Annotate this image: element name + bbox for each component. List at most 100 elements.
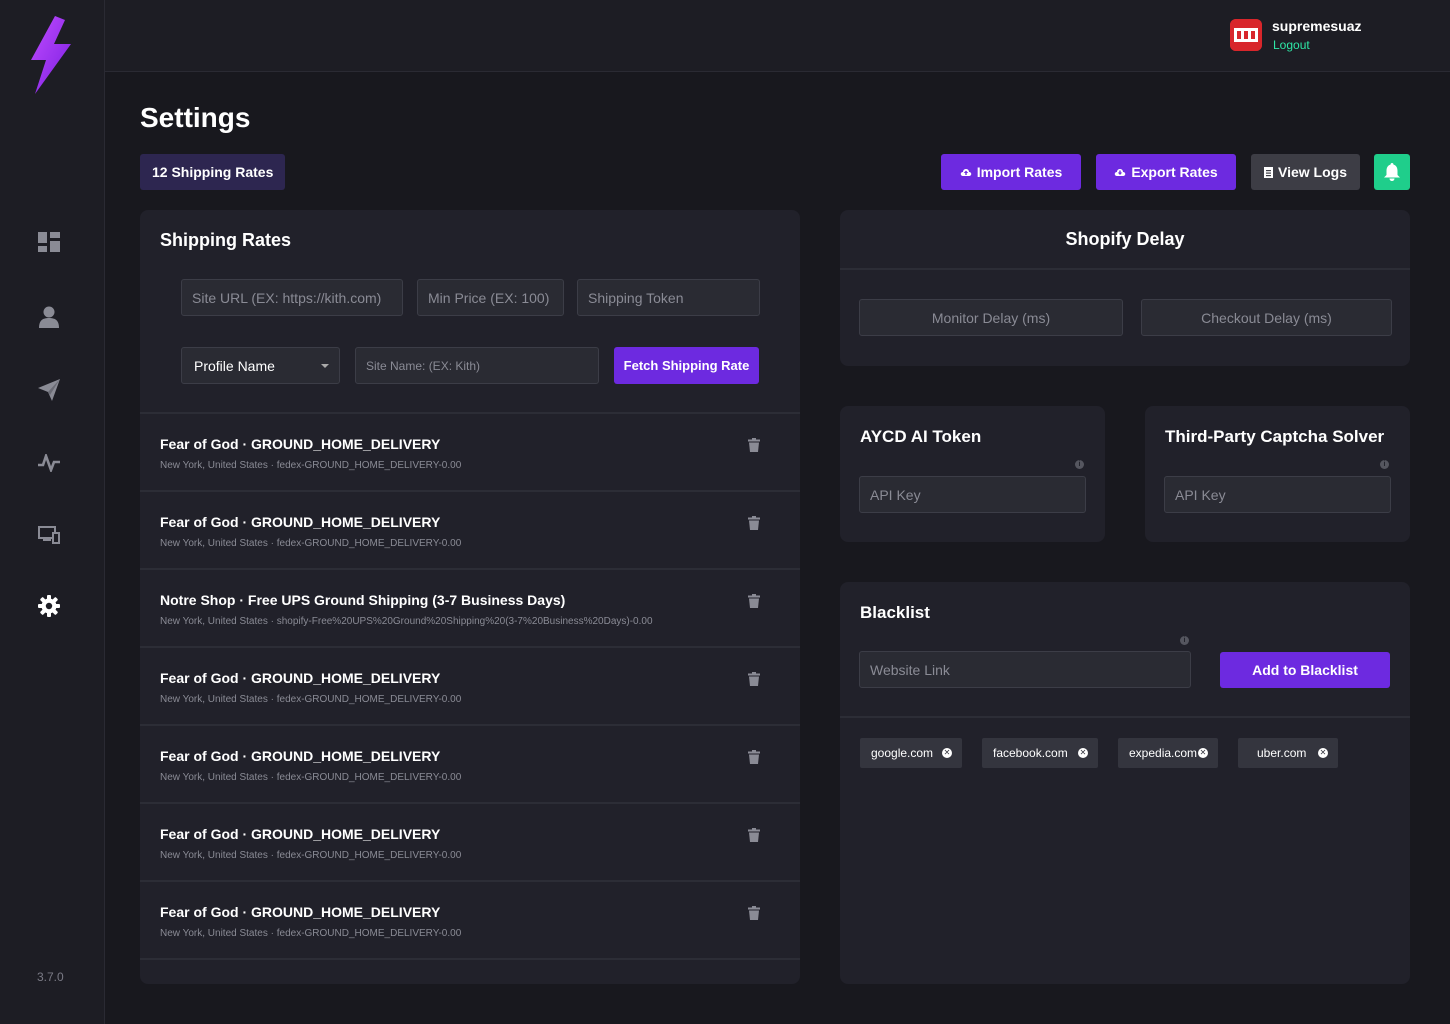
captcha-api-key-input[interactable]	[1164, 476, 1391, 513]
trash-icon[interactable]	[748, 438, 760, 452]
blacklist-chip: facebook.com ✕	[982, 738, 1098, 768]
rate-method: GROUND_HOME_DELIVERY	[251, 904, 441, 920]
website-link-input[interactable]	[859, 651, 1191, 688]
devices-icon	[38, 526, 60, 544]
rate-store: Fear of God	[160, 826, 239, 842]
rate-store: Fear of God	[160, 436, 239, 452]
rate-id: fedex-GROUND_HOME_DELIVERY-0.00	[276, 538, 462, 549]
logout-link[interactable]: Logout	[1273, 38, 1310, 52]
rate-store: Fear of God	[160, 904, 239, 920]
sidebar: 3.7.0	[0, 0, 105, 1024]
lightning-logo-icon[interactable]	[27, 16, 73, 94]
view-logs-button[interactable]: View Logs	[1251, 154, 1360, 190]
rate-separator: ·	[238, 670, 252, 686]
shipping-rate-row: Fear of God · GROUND_HOME_DELIVERY New Yo…	[140, 882, 800, 960]
rate-id: fedex-GROUND_HOME_DELIVERY-0.00	[276, 772, 462, 783]
import-rates-label: Import Rates	[976, 164, 1063, 180]
trash-icon[interactable]	[748, 828, 760, 842]
info-icon[interactable]: i	[1380, 460, 1389, 469]
avatar[interactable]	[1230, 19, 1262, 51]
top-header: supremesuaz Logout	[105, 0, 1450, 72]
rate-id: fedex-GROUND_HOME_DELIVERY-0.00	[276, 850, 462, 861]
sidebar-item-settings[interactable]	[37, 594, 61, 618]
page-title: Settings	[140, 102, 251, 133]
shipping-token-input[interactable]	[577, 279, 760, 316]
rate-method: GROUND_HOME_DELIVERY	[251, 826, 441, 842]
blacklist-chip: uber.com ✕	[1238, 738, 1338, 768]
shipping-rate-row: Fear of God · GROUND_HOME_DELIVERY New Yo…	[140, 492, 800, 570]
sidebar-item-send[interactable]	[37, 378, 61, 402]
remove-chip-icon[interactable]: ✕	[942, 748, 952, 758]
site-url-input[interactable]	[181, 279, 403, 316]
info-icon[interactable]: i	[1075, 460, 1084, 469]
shipping-rate-row: Fear of God · GROUND_HOME_DELIVERY New Yo…	[140, 726, 800, 804]
trash-icon[interactable]	[748, 672, 760, 686]
gear-icon	[38, 595, 60, 617]
min-price-input[interactable]	[417, 279, 564, 316]
rate-details: New York, United States · fedex-GROUND_H…	[160, 538, 461, 549]
remove-chip-icon[interactable]: ✕	[1318, 748, 1328, 758]
rate-store: Fear of God	[160, 670, 239, 686]
export-rates-label: Export Rates	[1131, 164, 1218, 180]
rate-separator: ·	[238, 514, 252, 530]
rate-id: fedex-GROUND_HOME_DELIVERY-0.00	[276, 694, 462, 705]
aycd-api-key-input[interactable]	[859, 476, 1086, 513]
username: supremesuaz	[1272, 18, 1362, 34]
rate-details: New York, United States · fedex-GROUND_H…	[160, 772, 461, 783]
rate-separator: ·	[238, 748, 252, 764]
blacklist-chip-label: facebook.com	[993, 746, 1068, 760]
cloud-upload-icon	[960, 169, 971, 176]
fetch-shipping-rate-button[interactable]: Fetch Shipping Rate	[614, 347, 759, 384]
rate-details: New York, United States · fedex-GROUND_H…	[160, 850, 461, 861]
blacklist-chip: google.com ✕	[860, 738, 962, 768]
rate-details: New York, United States · shopify-Free%2…	[160, 616, 653, 627]
profile-select[interactable]: Profile Name	[181, 347, 340, 384]
rate-title: Fear of God · GROUND_HOME_DELIVERY	[160, 514, 440, 530]
sidebar-item-dashboard[interactable]	[37, 230, 61, 254]
rate-title: Fear of God · GROUND_HOME_DELIVERY	[160, 436, 440, 452]
trash-icon[interactable]	[748, 516, 760, 530]
export-rates-button[interactable]: Export Rates	[1096, 154, 1236, 190]
rate-separator: ·	[238, 904, 252, 920]
shipping-rate-row: Fear of God · GROUND_HOME_DELIVERY New Yo…	[140, 648, 800, 726]
rate-separator: ·	[267, 538, 277, 549]
shopify-delay-title: Shopify Delay	[1065, 229, 1185, 249]
rate-location: New York, United States	[160, 772, 268, 783]
rate-location: New York, United States	[160, 928, 268, 939]
view-logs-label: View Logs	[1278, 164, 1347, 180]
checkout-delay-input[interactable]	[1141, 299, 1392, 336]
site-name-input[interactable]	[355, 347, 599, 384]
add-to-blacklist-label: Add to Blacklist	[1252, 662, 1358, 678]
info-icon[interactable]: i	[1180, 636, 1189, 645]
rate-method: GROUND_HOME_DELIVERY	[251, 748, 441, 764]
rate-title: Notre Shop · Free UPS Ground Shipping (3…	[160, 592, 565, 608]
rate-separator: ·	[267, 616, 277, 627]
sidebar-item-devices[interactable]	[37, 523, 61, 547]
rate-location: New York, United States	[160, 850, 268, 861]
remove-chip-icon[interactable]: ✕	[1078, 748, 1088, 758]
monitor-delay-input[interactable]	[859, 299, 1123, 336]
trash-icon[interactable]	[748, 906, 760, 920]
notifications-button[interactable]	[1374, 154, 1410, 190]
sidebar-item-activity[interactable]	[37, 451, 61, 475]
sidebar-item-profiles[interactable]	[37, 305, 61, 329]
remove-chip-icon[interactable]: ✕	[1198, 748, 1208, 758]
add-to-blacklist-button[interactable]: Add to Blacklist	[1220, 652, 1390, 688]
blacklist-card	[840, 582, 1410, 984]
trash-icon[interactable]	[748, 750, 760, 764]
shipping-rate-row: Fear of God · GROUND_HOME_DELIVERY New Yo…	[140, 804, 800, 882]
rate-details: New York, United States · fedex-GROUND_H…	[160, 460, 461, 471]
rate-location: New York, United States	[160, 538, 268, 549]
profile-select-value: Profile Name	[194, 357, 275, 374]
rate-id: fedex-GROUND_HOME_DELIVERY-0.00	[276, 460, 462, 471]
rate-separator: ·	[238, 436, 252, 452]
rate-location: New York, United States	[160, 616, 268, 627]
trash-icon[interactable]	[748, 594, 760, 608]
rate-store: Fear of God	[160, 748, 239, 764]
blacklist-chip: expedia.com ✕	[1118, 738, 1218, 768]
rate-id: shopify-Free%20UPS%20Ground%20Shipping%2…	[276, 616, 653, 627]
shopify-delay-divider	[840, 268, 1410, 270]
rate-title: Fear of God · GROUND_HOME_DELIVERY	[160, 748, 440, 764]
import-rates-button[interactable]: Import Rates	[941, 154, 1081, 190]
aycd-token-title: AYCD AI Token	[860, 427, 982, 446]
